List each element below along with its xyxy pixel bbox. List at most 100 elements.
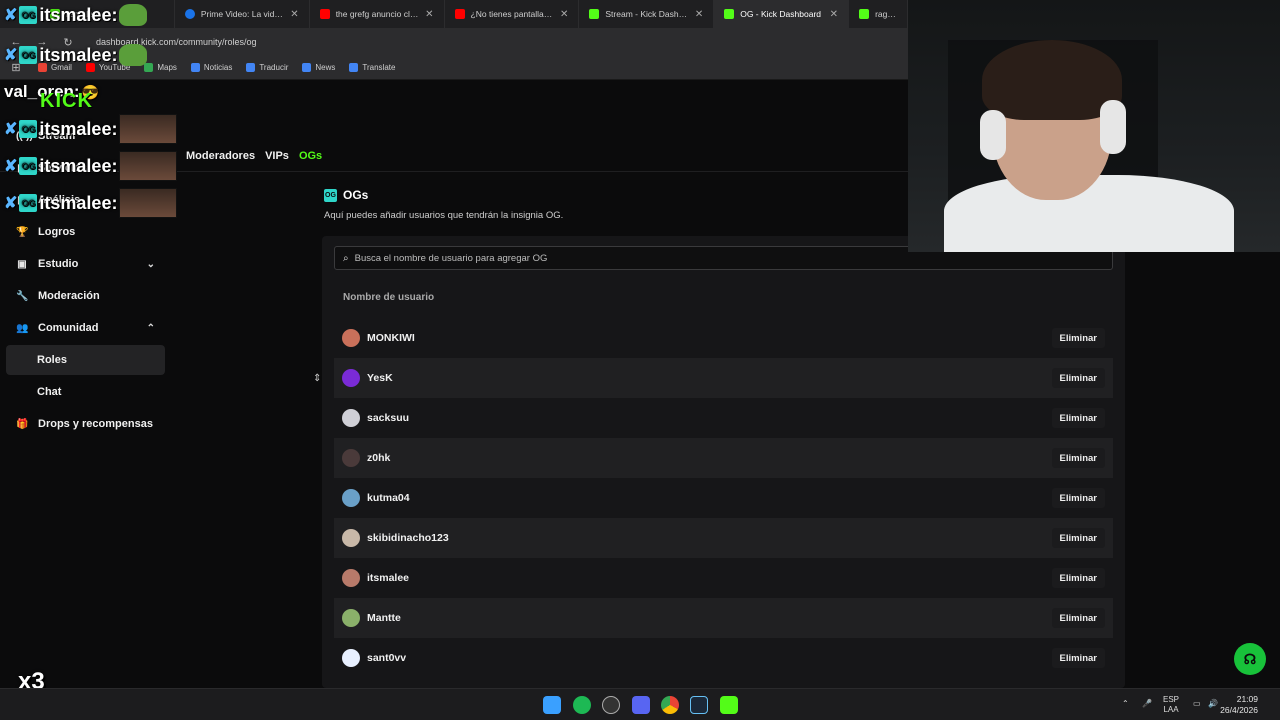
sword-icon: ✘ — [4, 47, 18, 64]
chat-message: ✘ OG itsmalee: — [4, 4, 148, 26]
kick-logo: KICK — [40, 90, 93, 112]
tray-chevron-icon[interactable]: ⌃ — [1122, 699, 1129, 709]
language-code: ESP — [1163, 695, 1180, 704]
spotify-icon[interactable] — [573, 696, 591, 714]
tab-favicon — [724, 9, 735, 19]
username: sant0vv — [367, 652, 407, 664]
bookmark-news[interactable]: News — [302, 63, 335, 72]
browser-tab-active[interactable]: OG - Kick Dashboard ✕ — [714, 0, 850, 28]
chat-username: itsmalee: — [39, 44, 118, 65]
username: kutma04 — [367, 492, 410, 504]
sidebar-item-chat[interactable]: Chat — [6, 377, 165, 407]
taskbar: ⌃ 🎤 ESP LAA ▭ 🔊 21:09 26/4/2026 — [0, 688, 1280, 720]
webcam-overlay — [908, 0, 1280, 252]
obs-icon[interactable] — [602, 696, 620, 714]
chrome-icon[interactable] — [661, 696, 679, 714]
headset-icon: ☊ — [1243, 650, 1257, 667]
browser-tab[interactable]: Prime Video: La vida de C ✕ — [175, 0, 310, 28]
sidebar-item-label: Roles — [37, 354, 67, 366]
avatar — [342, 449, 360, 467]
sidebar-item-moderation[interactable]: 🔧 Moderación — [6, 281, 165, 311]
close-icon[interactable]: ✕ — [695, 9, 703, 20]
username: z0hk — [367, 452, 391, 464]
delete-button[interactable]: Eliminar — [1051, 488, 1105, 508]
microphone-icon[interactable]: 🎤 — [1142, 699, 1152, 709]
close-icon[interactable]: ✕ — [560, 9, 568, 20]
tab-ogs[interactable]: OGs — [299, 150, 322, 162]
gift-icon: 🎁 — [16, 418, 29, 430]
username: skibidinacho123 — [367, 532, 449, 544]
language-layout: LAA — [1163, 705, 1179, 714]
language-indicator[interactable]: ESP LAA — [1163, 695, 1179, 715]
sword-icon: ✘ — [4, 158, 18, 175]
table-row: sacksuu Eliminar — [334, 398, 1113, 438]
pepe-emote — [119, 44, 148, 66]
discord-icon[interactable] — [632, 696, 650, 714]
clock[interactable]: 21:09 26/4/2026 — [1220, 694, 1258, 716]
delete-button[interactable]: Eliminar — [1051, 648, 1105, 668]
sidebar-item-achievements[interactable]: 🏆 Logros — [6, 217, 165, 247]
steam-icon[interactable] — [690, 696, 708, 714]
screen: itsmalee Prime Video: La vida de C ✕ the … — [0, 0, 1280, 720]
table-row: itsmalee Eliminar — [334, 558, 1113, 598]
news-icon — [190, 63, 200, 72]
delete-button[interactable]: Eliminar — [1051, 368, 1105, 388]
kick-app-icon[interactable] — [720, 696, 738, 714]
tab-favicon — [589, 9, 600, 19]
sword-icon: ✘ — [4, 121, 18, 138]
bookmark-traducir[interactable]: Traducir — [246, 63, 288, 72]
chevron-up-icon: ⌃ — [146, 322, 155, 334]
username: YesK — [367, 372, 393, 384]
network-icon[interactable]: ▭ — [1193, 699, 1201, 709]
sword-icon: ✘ — [4, 195, 18, 212]
delete-button[interactable]: Eliminar — [1051, 568, 1105, 588]
close-icon[interactable]: ✕ — [290, 9, 298, 20]
chat-message: ✘ OG itsmalee: — [4, 44, 148, 66]
trophy-icon: 🏆 — [16, 226, 29, 238]
sidebar-item-label: Logros — [38, 226, 76, 238]
news-icon — [302, 63, 312, 72]
windows-start-icon[interactable] — [543, 696, 561, 714]
bookmark-noticias[interactable]: Noticias — [190, 63, 232, 72]
sidebar-item-label: Chat — [37, 386, 62, 398]
delete-button[interactable]: Eliminar — [1051, 448, 1105, 468]
support-chat-button[interactable]: ☊ — [1234, 643, 1266, 675]
search-icon: ⌕ — [343, 252, 349, 264]
chat-message: ✘ OG itsmalee: — [4, 188, 178, 218]
browser-tab[interactable]: the grefg anuncio clip - Y ✕ — [310, 0, 445, 28]
delete-button[interactable]: Eliminar — [1051, 408, 1105, 428]
close-icon[interactable]: ✕ — [830, 9, 838, 20]
sidebar-item-community[interactable]: 👥 Comunidad ⌃ — [6, 313, 165, 343]
sidebar-item-drops[interactable]: 🎁 Drops y recompensas — [6, 409, 165, 439]
delete-button[interactable]: Eliminar — [1051, 608, 1105, 628]
tab-label: Prime Video: La vida de C — [200, 9, 284, 19]
clock-time: 21:09 — [1236, 694, 1258, 704]
pepe-emote — [119, 4, 148, 26]
chat-message: ✘ OG itsmalee: — [4, 114, 178, 144]
bookmark-translate[interactable]: Translate — [349, 63, 395, 72]
table-row: z0hk Eliminar — [334, 438, 1113, 478]
tab-vips[interactable]: VIPs — [265, 150, 289, 162]
section-header: OG OGs — [324, 188, 368, 202]
tab-label: Stream - Kick Dashboard — [605, 9, 689, 19]
tab-favicon — [859, 9, 870, 19]
tab-moderators[interactable]: Moderadores — [186, 150, 255, 162]
tab-favicon — [184, 9, 195, 19]
avatar — [342, 569, 360, 587]
delete-button[interactable]: Eliminar — [1051, 328, 1105, 348]
avatar — [342, 329, 360, 347]
bookmark-label: News — [315, 63, 336, 72]
sidebar-item-roles[interactable]: Roles — [6, 345, 165, 375]
chat-username: itsmalee: — [39, 4, 118, 25]
browser-tab[interactable]: Stream - Kick Dashboard ✕ — [579, 0, 715, 28]
close-icon[interactable]: ✕ — [425, 9, 433, 20]
browser-tab[interactable]: rageylo — [849, 0, 909, 28]
volume-icon[interactable]: 🔊 — [1208, 699, 1218, 709]
delete-button[interactable]: Eliminar — [1051, 528, 1105, 548]
community-icon: 👥 — [16, 322, 29, 334]
browser-tab[interactable]: ¿No tienes pantalla verde ✕ — [445, 0, 580, 28]
avatar — [342, 529, 360, 547]
bookmark-maps[interactable]: Maps — [144, 63, 177, 72]
sidebar-item-studio[interactable]: ▣ Estudio ⌄ — [6, 249, 165, 279]
username: MONKIWI — [367, 332, 415, 344]
